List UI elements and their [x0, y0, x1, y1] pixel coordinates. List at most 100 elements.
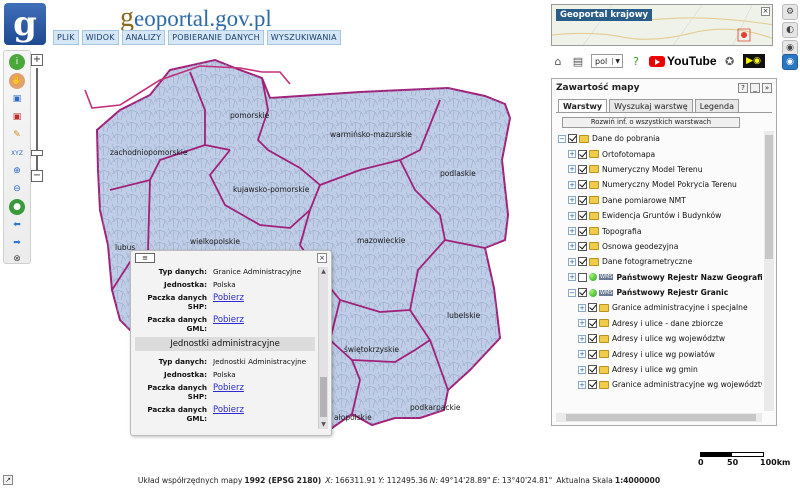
zoom-slider-thumb[interactable] — [31, 150, 43, 156]
reset-circle-icon[interactable]: ⊗ — [9, 251, 25, 267]
zoom-minus-button[interactable]: − — [31, 170, 43, 182]
accessibility-icon[interactable]: ✪ — [723, 54, 737, 68]
expand-plus-icon[interactable]: + — [578, 350, 586, 359]
layer-row[interactable]: + Ewidencja Gruntów i Budynków — [556, 208, 762, 223]
info-icon[interactable]: i — [9, 54, 25, 70]
expand-plus-icon[interactable]: + — [568, 257, 576, 266]
settings-gear-icon[interactable]: ⚙ — [782, 4, 798, 20]
layer-checkbox[interactable] — [578, 195, 587, 205]
menu-pobieranie-danych[interactable]: POBIERANIE DANYCH — [168, 30, 264, 45]
download-shp-link[interactable]: Pobierz — [213, 383, 244, 401]
scroll-up-icon[interactable]: ▲ — [320, 268, 327, 275]
overview-map[interactable]: Geoportal krajowy × — [551, 4, 773, 46]
pencil-icon[interactable]: ✎ — [9, 127, 25, 143]
youtube-link[interactable]: YouTube — [649, 54, 717, 68]
layer-row[interactable]: + Numeryczny Model Pokrycia Terenu — [556, 177, 762, 192]
geoportal-logo[interactable]: g — [4, 3, 46, 45]
expand-plus-icon[interactable]: + — [568, 273, 576, 282]
expand-plus-icon[interactable]: + — [578, 334, 586, 343]
panel-minimize-icon[interactable]: _ — [750, 83, 760, 93]
menu-plik[interactable]: PLIK — [53, 30, 79, 45]
collapse-minus-icon[interactable]: − — [568, 288, 576, 297]
layer-row[interactable]: + Granice administracyjne wg województw — [556, 377, 762, 392]
layer-row[interactable]: + Topografia — [556, 223, 762, 238]
layer-checkbox[interactable] — [578, 272, 587, 282]
layer-checkbox[interactable] — [578, 288, 587, 298]
menu-widok[interactable]: WIDOK — [81, 30, 119, 45]
tab-warstwy[interactable]: Warstwy — [558, 99, 608, 113]
layer-row[interactable]: + Adresy i ulice wg województw — [556, 331, 762, 346]
zoom-box-icon[interactable]: ▣ — [9, 91, 25, 107]
expand-plus-icon[interactable]: + — [568, 196, 576, 205]
zoom-in-icon[interactable]: ⊕ — [9, 163, 25, 179]
expand-plus-icon[interactable]: + — [568, 150, 576, 159]
layer-row[interactable]: + Osnowa geodezyjna — [556, 239, 762, 254]
xyz-coordinates-icon[interactable]: XYZ — [9, 145, 25, 161]
zoom-out-box-icon[interactable]: ▣ — [9, 109, 25, 125]
tab-wyszukaj-warstwe[interactable]: Wyszukaj warstwę — [609, 99, 693, 113]
overview-close-icon[interactable]: × — [761, 7, 770, 16]
layer-checkbox[interactable] — [588, 303, 597, 313]
layer-row[interactable]: + Adresy i ulice - dane zbiorcze — [556, 316, 762, 331]
popup-scroll-thumb[interactable] — [320, 377, 327, 417]
layer-row[interactable]: − Dane do pobrania — [556, 131, 762, 146]
panel-help-icon[interactable]: ? — [738, 83, 748, 93]
layer-checkbox[interactable] — [588, 349, 597, 359]
layer-checkbox[interactable] — [578, 241, 587, 251]
help-circle-icon[interactable]: ? — [629, 54, 643, 68]
layer-checkbox[interactable] — [578, 180, 587, 190]
print-icon[interactable]: ▤ — [571, 54, 585, 68]
popup-close-icon[interactable]: × — [317, 253, 327, 263]
minimap-toggle-icon[interactable]: ◐ — [782, 22, 798, 38]
expand-all-button[interactable]: Rozwiń inf. o wszystkich warstwach — [562, 117, 740, 128]
layer-checkbox[interactable] — [578, 211, 587, 221]
layer-checkbox[interactable] — [568, 134, 577, 144]
zoom-plus-button[interactable]: + — [31, 54, 43, 66]
layer-row[interactable]: + Dane pomiarowe NMT — [556, 193, 762, 208]
expand-plus-icon[interactable]: + — [568, 242, 576, 251]
layer-checkbox[interactable] — [578, 164, 587, 174]
layer-checkbox[interactable] — [588, 334, 597, 344]
coord-system-value[interactable]: 1992 (EPSG 2180) — [244, 476, 321, 485]
arrow-right-icon[interactable]: ➡ — [9, 235, 25, 251]
layer-checkbox[interactable] — [578, 226, 587, 236]
download-shp-link[interactable]: Pobierz — [213, 293, 244, 311]
layer-checkbox[interactable] — [588, 365, 597, 375]
layer-checkbox[interactable] — [588, 380, 597, 390]
expand-plus-icon[interactable]: + — [568, 211, 576, 220]
layer-row[interactable]: − WMS Państwowy Rejestr Granic — [556, 285, 762, 300]
popup-scrollbar[interactable]: ▲ ▼ — [318, 267, 328, 429]
panel-horizontal-scrollbar[interactable] — [556, 413, 762, 422]
layer-row[interactable]: + WMSPaństwowy Rejestr Nazw Geograficznyc… — [556, 270, 762, 285]
layer-checkbox[interactable] — [578, 149, 587, 159]
layer-row[interactable]: + Numeryczny Model Terenu — [556, 162, 762, 177]
popup-list-icon[interactable]: ≡ — [135, 253, 155, 263]
zoom-out-icon[interactable]: ⊖ — [9, 181, 25, 197]
expand-plus-icon[interactable]: + — [578, 319, 586, 328]
visibility-eye-icon[interactable]: ◉ — [782, 54, 798, 70]
panel-scrollbar[interactable] — [764, 131, 774, 411]
layer-row[interactable]: + Dane fotogrametryczne — [556, 254, 762, 269]
expand-plus-icon[interactable]: + — [578, 380, 586, 389]
panel-hscroll-thumb[interactable] — [566, 414, 756, 421]
expand-plus-icon[interactable]: + — [568, 227, 576, 236]
menu-wyszukiwania[interactable]: WYSZUKIWANIA — [266, 30, 341, 45]
globe-full-extent-icon[interactable]: ● — [9, 199, 25, 215]
layer-checkbox[interactable] — [588, 318, 597, 328]
tab-legenda[interactable]: Legenda — [694, 99, 739, 113]
panel-collapse-icon[interactable]: » — [762, 83, 772, 93]
layer-row[interactable]: + Granice administracyjne i specjalne — [556, 300, 762, 315]
language-select[interactable]: pol ▼ — [591, 54, 623, 68]
menu-analizy[interactable]: ANALIZY — [121, 30, 166, 45]
expand-plus-icon[interactable]: + — [568, 180, 576, 189]
layer-row[interactable]: + Ortofotomapa — [556, 146, 762, 161]
scroll-down-icon[interactable]: ▼ — [320, 421, 327, 428]
contrast-toggle-button[interactable]: ▶ ◉ — [742, 54, 765, 68]
download-gml-link[interactable]: Pobierz — [213, 315, 244, 333]
layer-checkbox[interactable] — [578, 257, 587, 267]
home-icon[interactable]: ⌂ — [551, 54, 565, 68]
expand-plus-icon[interactable]: + — [578, 303, 586, 312]
expand-plus-icon[interactable]: + — [568, 165, 576, 174]
layer-row[interactable]: + Adresy i ulice wg gmin — [556, 362, 762, 377]
collapse-minus-icon[interactable]: − — [558, 134, 566, 143]
